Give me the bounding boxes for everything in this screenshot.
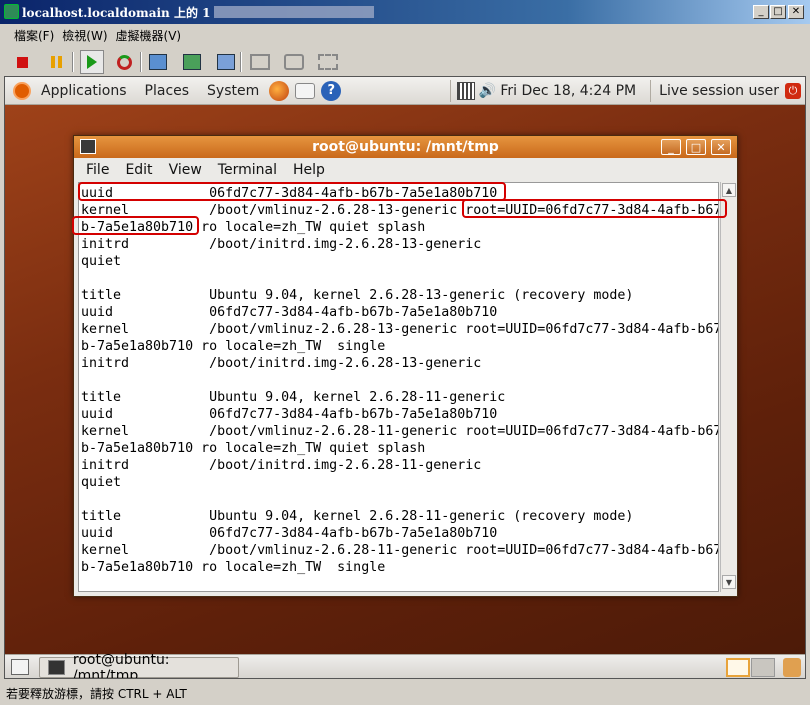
volume-icon[interactable]: 🔊 [479,83,496,99]
maximize-button[interactable]: □ [770,5,786,19]
vm-titlebar: localhost.localdomain 上的 1 [0,0,810,24]
terminal-menu-file[interactable]: File [86,162,109,178]
scroll-up-arrow-icon[interactable]: ▲ [722,183,736,197]
terminal-output: uuid 06fd7c77-3d84-4afb-b67b-7a5e1a80b71… [79,183,718,576]
terminal-scrollbar[interactable]: ▲ ▼ [720,182,736,592]
vm-menubar: 檔案(F) 檢視(W) 虛擬機器(V) [0,24,810,46]
menu-applications[interactable]: Applications [41,83,127,99]
terminal-titlebar[interactable]: root@ubuntu: /mnt/tmp [74,136,737,158]
terminal-line: title Ubuntu 9.04, kernel 2.6.28-11-gene… [81,509,634,524]
terminal-line: b-7a5e1a80b710 ro locale=zh_TW single [81,339,386,354]
highlight-root-uuid [462,199,727,218]
menu-vm[interactable]: 虛擬機器(V) [116,27,182,44]
terminal-line: title Ubuntu 9.04, kernel 2.6.28-13-gene… [81,288,634,303]
panel-clock[interactable]: Fri Dec 18, 4:24 PM [500,83,636,99]
mail-icon[interactable] [295,82,316,99]
minimize-button[interactable]: _ [753,5,769,19]
terminal-line: kernel /boot/vmlinuz-2.6.28-11-generic r… [81,424,719,439]
redacted-hostname [214,6,375,18]
firefox-icon[interactable] [269,80,290,101]
gnome-top-panel: Applications Places System ? 🔊 Fri Dec 1… [5,77,805,105]
terminal-line: quiet [81,254,122,269]
workspace-1[interactable] [726,658,750,677]
gnome-bottom-panel: root@ubuntu: /mnt/tmp [5,652,805,678]
terminal-window: root@ubuntu: /mnt/tmp _ □ ✕ File Edit Vi… [72,135,738,597]
terminal-line: uuid 06fd7c77-3d84-4afb-b67b-7a5e1a80b71… [81,526,498,541]
close-button[interactable]: ✕ [788,5,804,19]
workspace-2[interactable] [751,658,775,677]
unity-icon[interactable] [316,50,340,74]
terminal-text-area[interactable]: uuid 06fd7c77-3d84-4afb-b67b-7a5e1a80b71… [78,182,719,592]
terminal-line: kernel /boot/vmlinuz-2.6.28-11-generic r… [81,543,719,558]
terminal-menu-terminal[interactable]: Terminal [218,162,277,178]
terminal-menubar: File Edit View Terminal Help [74,158,737,182]
terminal-icon [48,660,65,675]
terminal-line: initrd /boot/initrd.img-2.6.28-11-generi… [81,458,482,473]
terminal-line: initrd /boot/initrd.img-2.6.28-13-generi… [81,237,482,252]
vm-window-title: localhost.localdomain 上的 1 [22,5,211,20]
terminal-menu-help[interactable]: Help [293,162,325,178]
guest-screen[interactable]: Applications Places System ? 🔊 Fri Dec 1… [4,76,806,679]
vm-status-bar: 若要釋放游標，請按 CTRL + ALT [0,681,810,705]
trash-icon[interactable] [783,658,801,677]
network-icon[interactable] [456,81,475,100]
snapshot-manager-icon[interactable] [214,50,238,74]
snapshot-icon[interactable] [146,50,170,74]
panel-separator [449,79,451,102]
terminal-line: initrd /boot/initrd.img-2.6.28-13-generi… [81,356,482,371]
shutdown-icon[interactable]: ⏻ [785,82,801,99]
panel-separator [650,79,652,102]
help-icon[interactable]: ? [321,80,342,101]
session-user[interactable]: Live session user [659,83,779,99]
scroll-down-arrow-icon[interactable]: ▼ [722,575,736,589]
quick-switch-icon[interactable] [282,50,306,74]
show-desktop-icon[interactable] [11,659,29,675]
terminal-app-icon[interactable] [80,139,96,154]
pause-icon[interactable] [44,50,68,74]
menu-view[interactable]: 檢視(W) [62,27,107,44]
terminal-menu-edit[interactable]: Edit [125,162,152,178]
terminal-minimize-button[interactable]: _ [661,139,681,155]
taskbar-terminal[interactable]: root@ubuntu: /mnt/tmp [39,652,239,678]
vm-toolbar [0,46,810,76]
menu-file[interactable]: 檔案(F) [14,27,54,44]
toolbar-separator [240,52,242,72]
terminal-line: uuid 06fd7c77-3d84-4afb-b67b-7a5e1a80b71… [81,407,498,422]
menu-system[interactable]: System [207,83,259,99]
terminal-title: root@ubuntu: /mnt/tmp [312,139,499,155]
terminal-line: b-7a5e1a80b710 ro locale=zh_TW single [81,560,386,575]
menu-places[interactable]: Places [145,83,190,99]
terminal-line: quiet [81,475,122,490]
terminal-close-button[interactable]: ✕ [711,139,731,155]
terminal-line: b-7a5e1a80b710 ro locale=zh_TW quiet spl… [81,441,426,456]
status-message: 若要釋放游標，請按 CTRL + ALT [6,686,187,701]
vmware-app-icon [4,4,19,19]
taskbar-terminal-label: root@ubuntu: /mnt/tmp [72,651,170,679]
terminal-line: kernel /boot/vmlinuz-2.6.28-13-generic r… [81,322,719,337]
terminal-line: title Ubuntu 9.04, kernel 2.6.28-11-gene… [81,390,506,405]
terminal-maximize-button[interactable]: □ [686,139,706,155]
highlight-uuid [78,182,506,201]
toolbar-separator [72,52,74,72]
reset-icon[interactable] [112,50,136,74]
terminal-line: uuid 06fd7c77-3d84-4afb-b67b-7a5e1a80b71… [81,305,498,320]
power-off-icon[interactable] [10,50,34,74]
ubuntu-logo-icon[interactable] [13,81,31,100]
highlight-root-uuid-continued [72,216,199,235]
revert-snapshot-icon[interactable] [180,50,204,74]
play-icon[interactable] [80,50,104,74]
terminal-menu-view[interactable]: View [169,162,202,178]
toolbar-separator [140,52,142,72]
full-screen-icon[interactable] [248,50,272,74]
